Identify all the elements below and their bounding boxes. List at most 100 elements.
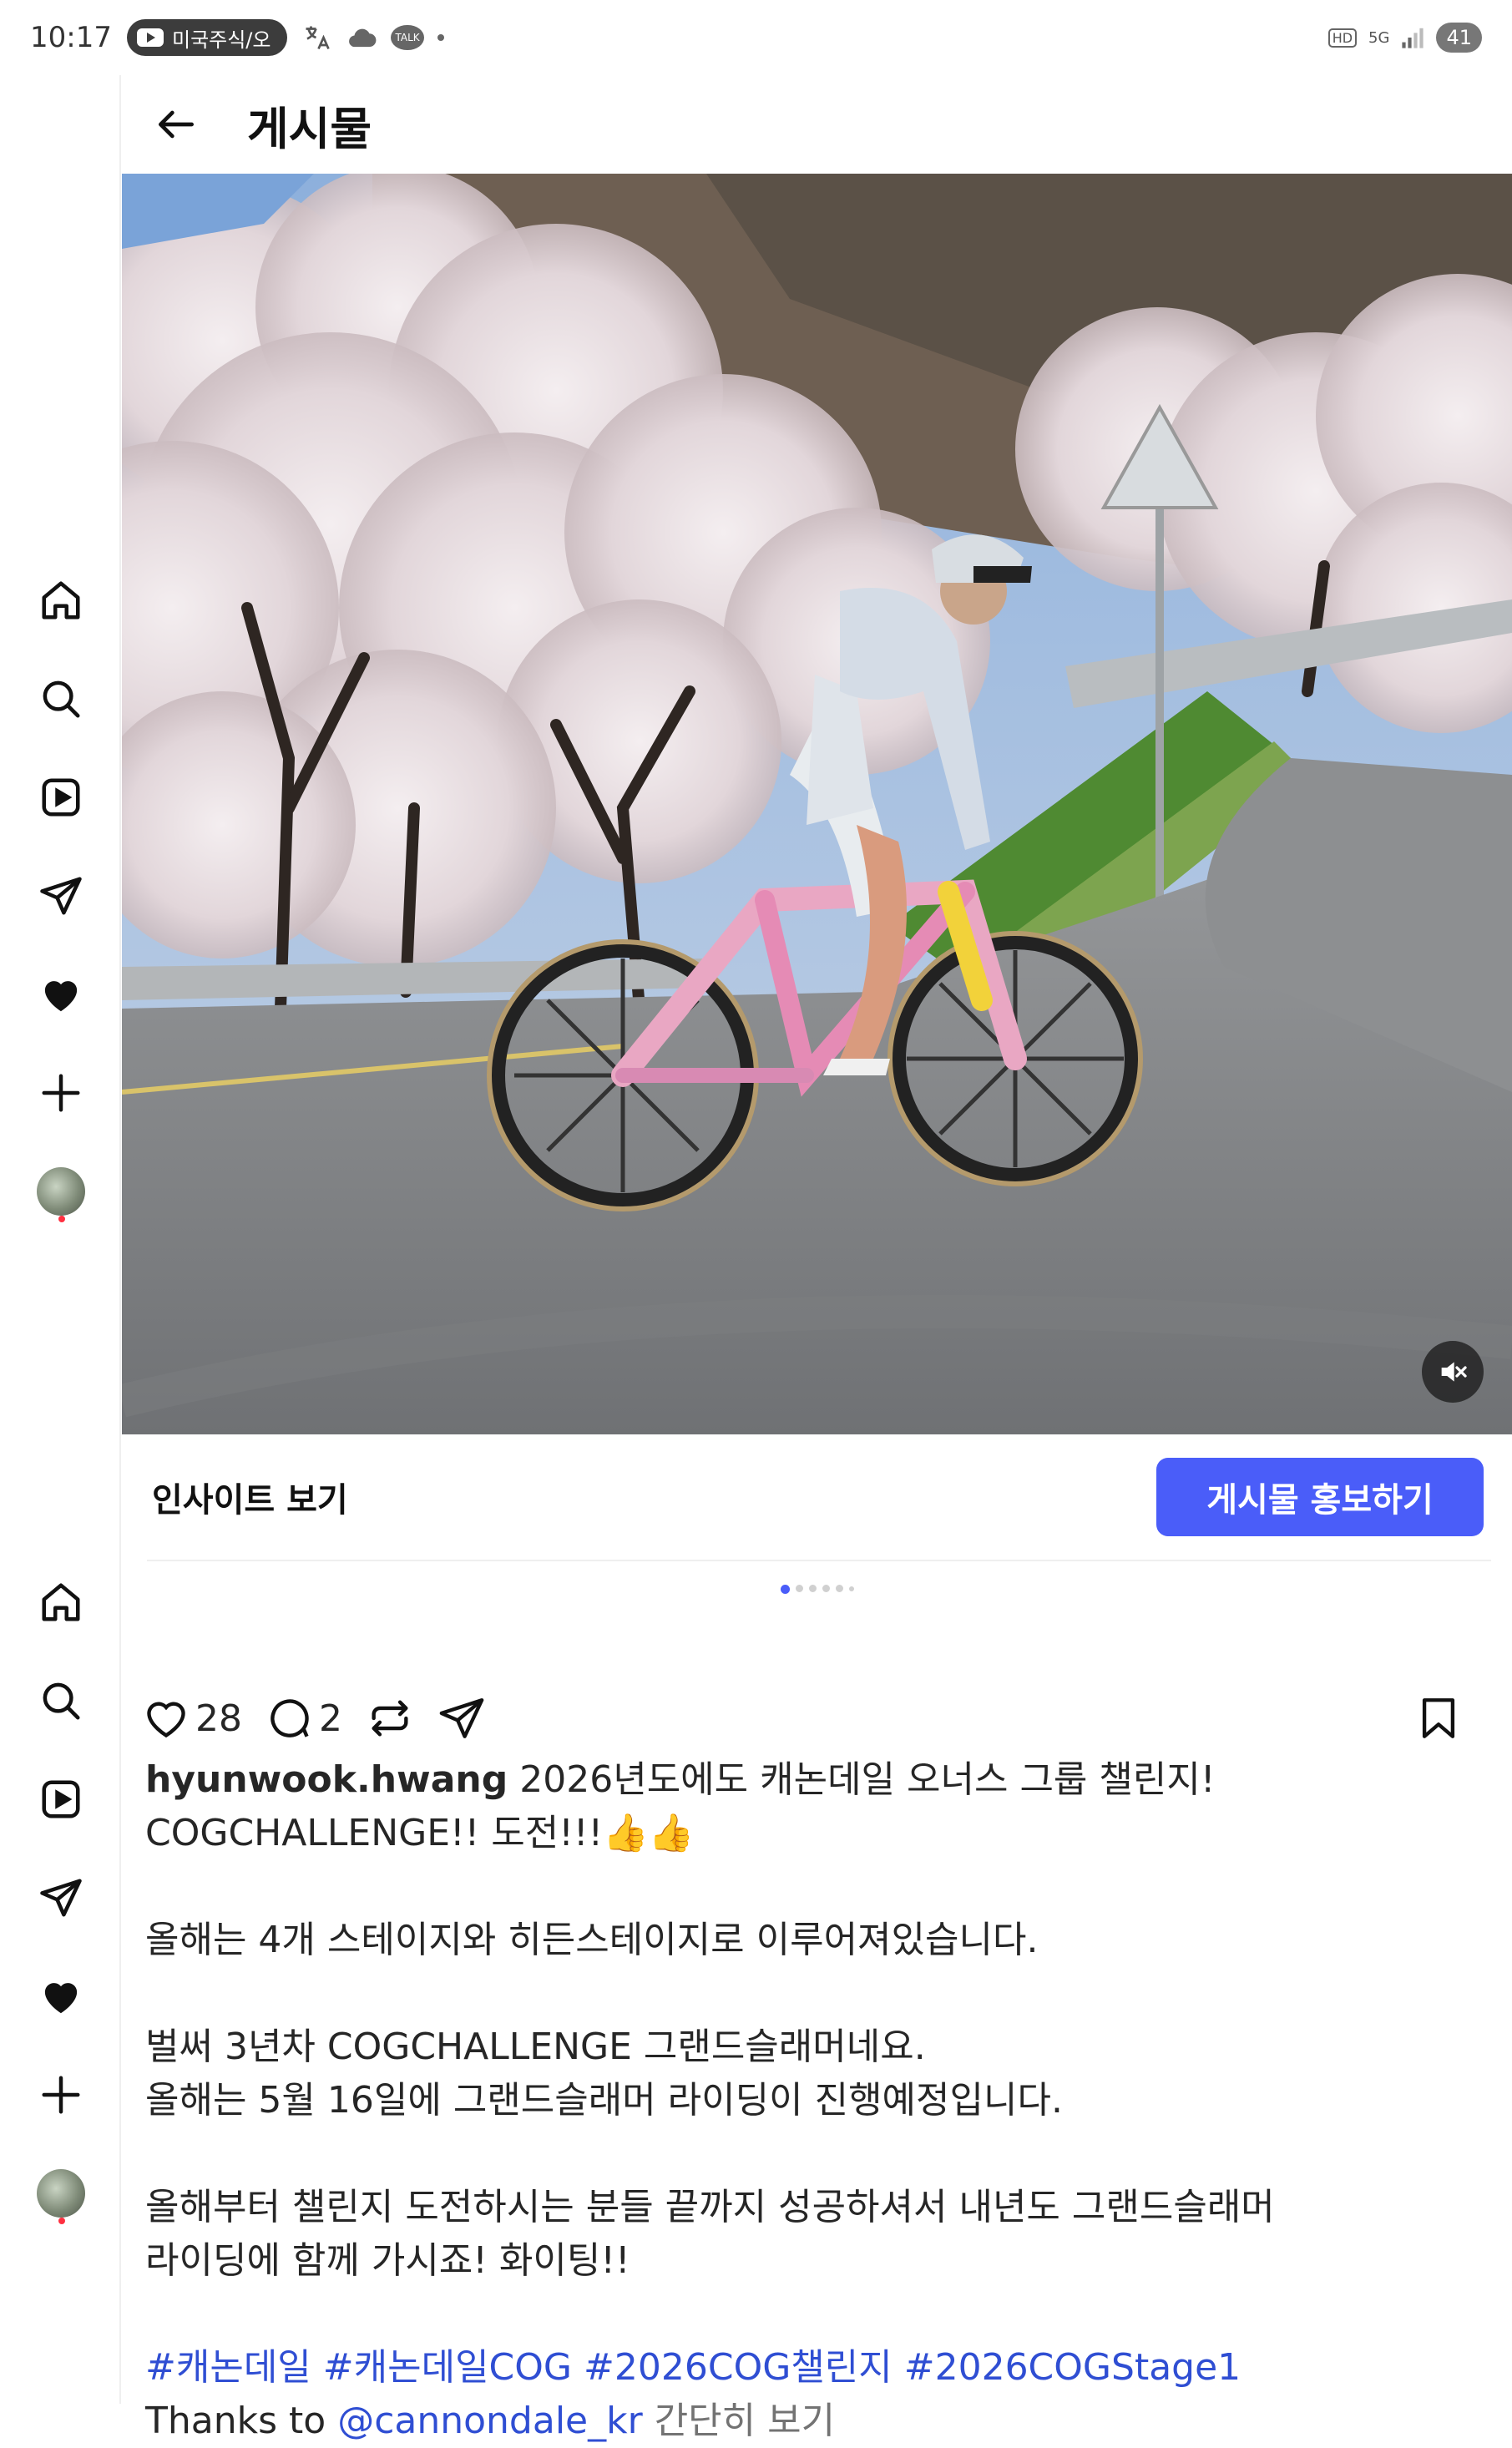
reels-icon xyxy=(42,1780,79,1818)
signal-icon xyxy=(1402,28,1424,48)
caption-line: COGCHALLENGE!! 도전!!!👍👍 xyxy=(145,1812,695,1854)
notification-text: 미국주식/오 xyxy=(171,28,271,52)
caption-line: Thanks to @cannondale_kr 간단히 보기 xyxy=(145,2395,1481,2448)
status-time: 10:17 xyxy=(30,21,112,54)
caption-line: 벌써 3년차 COGCHALLENGE 그랜드슬래머네요. xyxy=(145,2026,926,2068)
carousel-dot xyxy=(822,1585,830,1592)
insight-row: 인사이트 보기 게시물 홍보하기 xyxy=(122,1434,1512,1560)
carousel-dot xyxy=(835,1585,843,1592)
caption-line xyxy=(145,2127,1481,2181)
rail-group-bottom xyxy=(0,1553,121,2243)
home-icon xyxy=(42,581,79,620)
talk-icon: TALK xyxy=(391,25,424,50)
caption-line: 올해는 5월 16일에 그랜드슬래머 라이딩이 진행예정입니다. xyxy=(145,2079,1063,2122)
bookmark-icon xyxy=(1422,1698,1455,1738)
nav-search[interactable] xyxy=(0,650,121,748)
speaker-muted-icon xyxy=(1441,1362,1467,1382)
caption-line: 올해부터 챌린지 도전하시는 분들 끝까지 성공하셔서 내년도 그랜드슬래머 xyxy=(145,2186,1275,2228)
carousel-indicator xyxy=(122,1585,1512,1594)
cloud-icon xyxy=(349,28,377,48)
carousel-dot xyxy=(808,1585,817,1592)
youtube-icon xyxy=(136,28,164,47)
heart-filled-icon xyxy=(44,981,77,1012)
nav-messages[interactable] xyxy=(0,847,121,945)
side-navigation-rail xyxy=(0,75,121,2404)
network-type-icon: 5G xyxy=(1368,28,1390,47)
more-notifications-dot xyxy=(437,34,444,41)
nav-search[interactable] xyxy=(0,1651,121,1750)
comment-count: 2 xyxy=(319,1697,342,1740)
divider xyxy=(147,1560,1491,1561)
caption-line xyxy=(145,2288,1481,2341)
status-bar: 10:17 미국주식/오 TALK HD 5G 41 xyxy=(0,0,1512,75)
rail-group-top xyxy=(0,551,121,1241)
view-insights-link[interactable]: 인사이트 보기 xyxy=(152,1473,348,1521)
caption-text: 2026년도에도 캐논데일 오너스 그룹 챌린지! xyxy=(519,1758,1216,1801)
carousel-dot xyxy=(795,1585,803,1592)
caption-hashtags[interactable]: #캐논데일 #캐논데일COG #2026COG챌린지 #2026COGStage… xyxy=(145,2341,1481,2395)
caption-line xyxy=(145,1860,1481,1914)
carousel-dot xyxy=(848,1586,854,1591)
header: 게시물 xyxy=(122,75,1512,174)
nav-activity[interactable] xyxy=(0,1947,121,2046)
like-button[interactable]: 28 xyxy=(142,1694,242,1742)
nav-activity[interactable] xyxy=(0,945,121,1044)
profile-notification-dot xyxy=(58,1216,65,1222)
caption-line: 올해는 4개 스테이지와 히든스테이지로 이루어져있습니다. xyxy=(145,1919,1039,1961)
hashtags[interactable]: #캐논데일 #캐논데일COG #2026COG챌린지 #2026COGStage… xyxy=(145,2346,1241,2389)
share-button[interactable] xyxy=(437,1694,486,1742)
repost-icon xyxy=(372,1700,408,1737)
comment-icon xyxy=(271,1699,309,1737)
caption-line: 라이딩에 함께 가시죠! 화이팅!! xyxy=(145,2239,630,2282)
nav-home[interactable] xyxy=(0,1553,121,1651)
home-icon xyxy=(42,1583,79,1621)
repost-button[interactable] xyxy=(366,1694,414,1742)
send-icon xyxy=(39,877,82,915)
media-notification-pill[interactable]: 미국주식/오 xyxy=(126,19,288,56)
post-detail: 게시물 인사이트 보기 게시물 홍보하기 28 2 hyunwook.hwang… xyxy=(122,75,1512,2442)
caption-username[interactable]: hyunwook.hwang xyxy=(145,1758,508,1801)
save-button[interactable] xyxy=(1414,1694,1463,1742)
battery-icon: 41 xyxy=(1436,23,1482,53)
nav-messages[interactable] xyxy=(0,1849,121,1947)
nav-profile[interactable] xyxy=(0,1142,121,1241)
plus-icon xyxy=(42,1074,79,1112)
comment-button[interactable]: 2 xyxy=(265,1694,342,1742)
send-icon xyxy=(39,1879,82,1917)
back-button[interactable] xyxy=(147,95,205,154)
post-caption: hyunwook.hwang 2026년도에도 캐논데일 오너스 그룹 챌린지!… xyxy=(145,1753,1481,2448)
profile-notification-dot xyxy=(58,2218,65,2224)
thanks-text: Thanks to xyxy=(145,2400,326,2442)
heart-filled-icon xyxy=(44,1983,77,2014)
mention-link[interactable]: @cannondale_kr xyxy=(337,2400,643,2442)
search-icon xyxy=(43,1682,79,1720)
caption-line xyxy=(145,1967,1481,2021)
search-icon xyxy=(43,680,79,718)
collapse-caption-link[interactable]: 간단히 보기 xyxy=(655,2400,835,2442)
arrow-left-icon xyxy=(159,110,195,139)
translate-icon xyxy=(306,26,331,50)
like-count: 28 xyxy=(195,1697,242,1740)
cyclist-cherry-blossom-photo xyxy=(122,174,1512,1434)
status-icons: TALK xyxy=(302,23,444,53)
mute-button[interactable] xyxy=(1422,1341,1484,1403)
nav-create[interactable] xyxy=(0,2046,121,2144)
avatar xyxy=(36,1167,85,1216)
heart-icon xyxy=(147,1702,185,1738)
send-icon xyxy=(439,1698,484,1738)
nav-reels[interactable] xyxy=(0,1750,121,1849)
promote-post-button[interactable]: 게시물 홍보하기 xyxy=(1156,1458,1484,1536)
avatar xyxy=(36,2169,85,2218)
post-image[interactable] xyxy=(122,174,1512,1434)
status-right: HD 5G 41 xyxy=(1327,23,1482,53)
nav-reels[interactable] xyxy=(0,748,121,847)
reels-icon xyxy=(42,778,79,817)
post-actions: 28 2 xyxy=(142,1677,1486,1760)
nav-profile[interactable] xyxy=(0,2144,121,2243)
nav-create[interactable] xyxy=(0,1044,121,1142)
nav-home[interactable] xyxy=(0,551,121,650)
page-title: 게시물 xyxy=(247,102,372,155)
carousel-dot xyxy=(780,1585,790,1594)
hd-icon: HD xyxy=(1327,28,1358,48)
caption-line: hyunwook.hwang 2026년도에도 캐논데일 오너스 그룹 챌린지! xyxy=(145,1753,1481,1807)
